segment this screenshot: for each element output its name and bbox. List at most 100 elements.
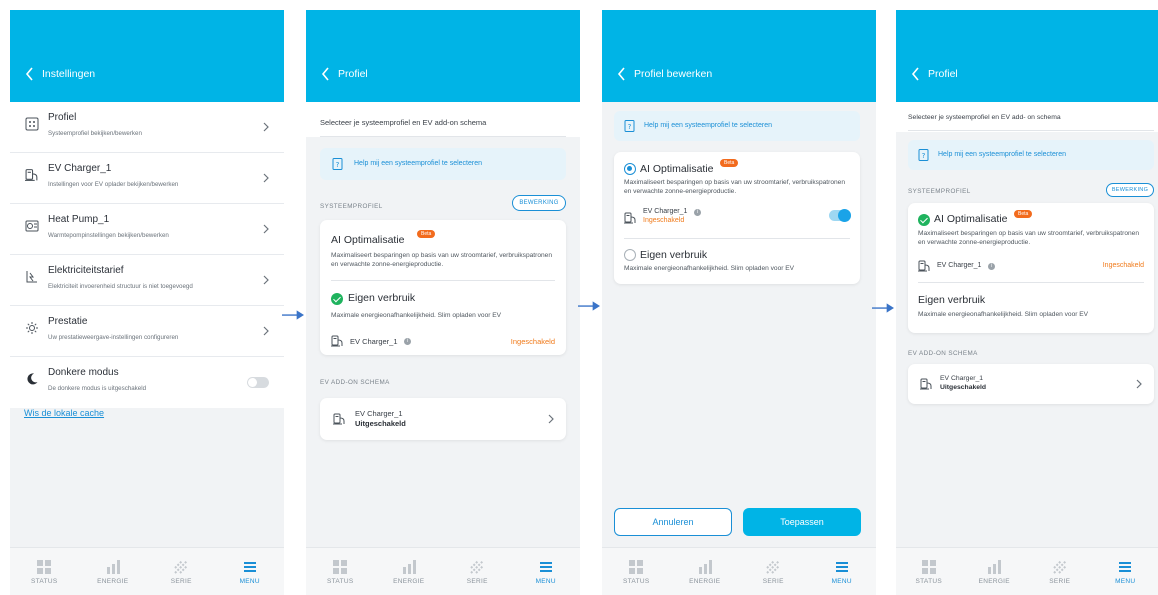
settings-item-profiel[interactable]: Profiel Systeemprofiel bekijken/bewerken [10, 102, 284, 153]
nav-menu[interactable]: MENU [512, 548, 581, 595]
nav-serie[interactable]: SERIE [739, 548, 808, 595]
nav-energie[interactable]: ENERGIE [671, 548, 740, 595]
radio-ai-optimization[interactable] [624, 163, 636, 175]
divider [331, 280, 555, 281]
settings-item-subtitle: Systeemprofiel bekijken/bewerken [48, 130, 142, 137]
settings-item-subtitle: Instellingen voor EV oplader bekijken/be… [48, 181, 179, 188]
check-icon [331, 293, 343, 305]
grid-icon [628, 559, 644, 575]
nav-label: SERIE [170, 577, 192, 585]
nav-serie[interactable]: SERIE [147, 548, 216, 595]
addon-charger-name: EV Charger_1 [355, 409, 403, 418]
nav-status[interactable]: STATUS [10, 548, 79, 595]
page-title: Instellingen [42, 68, 96, 80]
nav-label: ENERGIE [978, 577, 1010, 585]
profile-card: AI Optimalisatie Beta Maximaliseert besp… [908, 203, 1154, 333]
back-arrow-icon[interactable] [320, 66, 332, 82]
help-text: Help mij een systeemprofiel te selectere… [644, 122, 773, 129]
grid-icon [36, 559, 52, 575]
app-header: Profiel [306, 10, 580, 102]
own-consumption-title: Eigen verbruik [918, 294, 986, 306]
addon-card[interactable]: EV Charger_1 Uitgeschakeld [908, 364, 1154, 404]
chevron-right-icon [263, 122, 269, 132]
radio-own-consumption[interactable] [624, 249, 636, 261]
nav-menu[interactable]: MENU [216, 548, 285, 595]
settings-item-subtitle: Warmtepompinstellingen bekijken/bewerken [48, 232, 169, 239]
nav-menu[interactable]: MENU [1093, 548, 1158, 595]
nav-energie[interactable]: ENERGIE [375, 548, 444, 595]
dark-mode-toggle[interactable] [247, 377, 269, 388]
app-header: Instellingen [10, 10, 284, 102]
addon-charger-name: EV Charger_1 [940, 375, 984, 382]
nav-label: MENU [831, 577, 852, 585]
ev-charger-icon [918, 260, 931, 272]
grid-icon [332, 559, 348, 575]
nav-label: SERIE [762, 577, 784, 585]
help-select-profile[interactable]: Help mij een systeemprofiel te selectere… [908, 140, 1154, 170]
nav-label: MENU [239, 577, 260, 585]
help-select-profile[interactable]: Help mij een systeemprofiel te selectere… [320, 148, 566, 180]
profile-intro: Selecteer je systeemprofiel en EV add-on… [320, 118, 487, 127]
nav-label: SERIE [466, 577, 488, 585]
nav-status[interactable]: STATUS [896, 548, 962, 595]
help-icon [918, 149, 929, 161]
ai-optimization-title: AI Optimalisatie [934, 213, 1008, 225]
chevron-right-icon [263, 224, 269, 234]
nav-serie[interactable]: SERIE [443, 548, 512, 595]
heat-pump-icon [25, 219, 39, 233]
edit-button[interactable]: BEWERKING [1106, 183, 1154, 197]
cancel-button[interactable]: Annuleren [614, 508, 732, 536]
nav-serie[interactable]: SERIE [1027, 548, 1093, 595]
screen-profile-edit: Profiel bewerken Help mij een systeempro… [602, 10, 876, 595]
grid-icon [921, 559, 937, 575]
ev-charger-name: EV Charger_1 [350, 337, 398, 346]
info-icon[interactable]: i [404, 338, 411, 345]
apply-button[interactable]: Toepassen [743, 508, 861, 536]
own-consumption-title: Eigen verbruik [640, 249, 708, 261]
nav-label: ENERGIE [393, 577, 425, 585]
settings-item-title: EV Charger_1 [48, 163, 112, 174]
settings-item-title: Heat Pump_1 [48, 214, 110, 225]
settings-list: Profiel Systeemprofiel bekijken/bewerken… [10, 102, 284, 408]
settings-item-prestatie[interactable]: Prestatie Uw prestatieweergave-instellin… [10, 306, 284, 357]
profile-icon [25, 117, 39, 131]
ai-optimization-desc: Maximaliseert besparingen op basis van u… [918, 230, 1139, 246]
back-arrow-icon[interactable] [24, 66, 36, 82]
settings-item-ev-charger[interactable]: EV Charger_1 Instellingen voor EV oplade… [10, 153, 284, 204]
back-arrow-icon[interactable] [616, 66, 628, 82]
bar-chart-icon [697, 559, 713, 575]
info-icon[interactable]: i [694, 209, 701, 216]
screen-profile-updated: Profiel Selecteer je systeemprofiel en E… [896, 10, 1158, 595]
help-select-profile[interactable]: Help mij een systeemprofiel te selectere… [614, 111, 860, 141]
settings-item-heat-pump[interactable]: Heat Pump_1 Warmtepompinstellingen bekij… [10, 204, 284, 255]
nav-menu[interactable]: MENU [808, 548, 877, 595]
nav-label: MENU [1115, 577, 1136, 585]
settings-item-dark-mode: Donkere modus De donkere modus is uitges… [10, 357, 284, 408]
info-icon[interactable]: i [988, 263, 995, 270]
ai-optimization-desc: Maximaliseert besparingen op basis van u… [624, 179, 845, 195]
nav-energie[interactable]: ENERGIE [79, 548, 148, 595]
ev-charger-toggle[interactable] [829, 209, 851, 222]
nav-status[interactable]: STATUS [602, 548, 671, 595]
nav-label: STATUS [31, 577, 58, 585]
series-icon [765, 559, 781, 575]
bar-chart-icon [986, 559, 1002, 575]
ev-status: Ingeschakeld [1102, 262, 1144, 269]
settings-item-tariff[interactable]: Elektriciteitstarief Elektriciteit invoe… [10, 255, 284, 306]
nav-status[interactable]: STATUS [306, 548, 375, 595]
edit-button[interactable]: BEWERKING [512, 195, 566, 211]
addon-state: Uitgeschakeld [355, 419, 406, 428]
series-icon [173, 559, 189, 575]
ai-optimization-title: AI Optimalisatie [331, 234, 405, 246]
ev-charger-icon [333, 413, 346, 425]
clear-cache-link[interactable]: Wis de lokale cache [24, 408, 104, 418]
app-header: Profiel bewerken [602, 10, 876, 102]
own-consumption-desc: Maximale energieonafhankelijkheid. Slim … [624, 265, 795, 272]
back-arrow-icon[interactable] [910, 66, 922, 82]
addon-card[interactable]: EV Charger_1 Uitgeschakeld [320, 398, 566, 440]
ev-charger-icon [624, 212, 637, 224]
nav-label: STATUS [623, 577, 650, 585]
nav-energie[interactable]: ENERGIE [962, 548, 1028, 595]
profile-card: AI Optimalisatie Beta Maximaliseert besp… [320, 220, 566, 355]
help-text: Help mij een systeemprofiel te selectere… [354, 160, 483, 167]
